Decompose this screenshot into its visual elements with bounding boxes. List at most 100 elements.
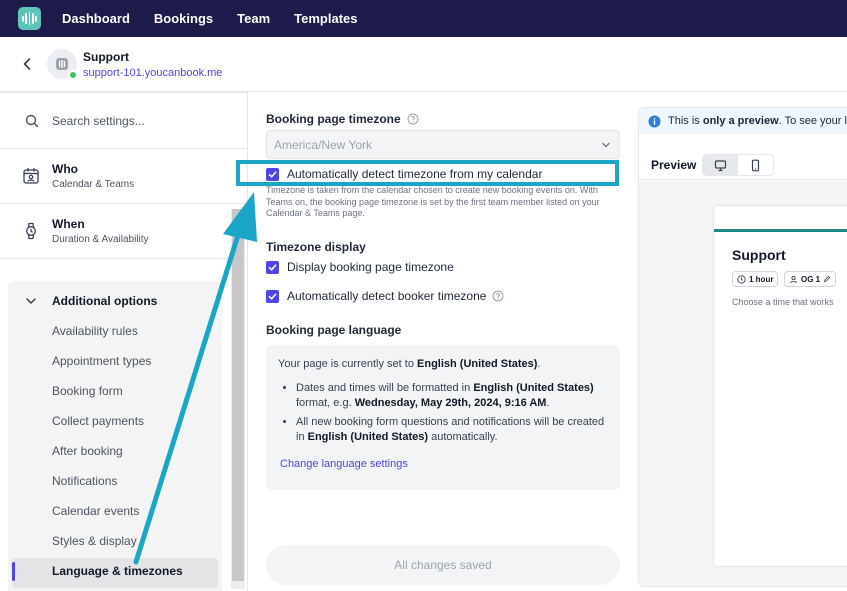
preview-card-title: Support	[732, 247, 786, 263]
host-text: OG 1	[801, 274, 821, 284]
duration-pill: 1 hour	[732, 271, 779, 287]
preview-label: Preview	[651, 157, 697, 172]
timezone-display-heading: Timezone display	[266, 240, 366, 254]
list-item: All new booking form questions and notif…	[296, 415, 608, 445]
sidebar-item-who[interactable]: Who Calendar & Teams	[0, 149, 247, 204]
desktop-view-button[interactable]	[703, 154, 739, 175]
page-logo-icon	[56, 58, 68, 70]
text: Dates and times will be formatted in	[296, 382, 474, 394]
top-navigation: Dashboard Bookings Team Templates	[0, 0, 847, 37]
chevron-down-icon	[601, 140, 611, 150]
sidebar-item-after-booking[interactable]: After booking	[52, 444, 123, 458]
help-icon[interactable]	[492, 290, 504, 302]
pencil-icon	[824, 275, 831, 283]
preview-pane: This is only a preview. To see your live…	[638, 107, 847, 587]
language-info-box: Your page is currently set to English (U…	[266, 345, 620, 490]
sidebar-item-title: Who	[52, 162, 78, 176]
desktop-icon	[715, 160, 727, 172]
sidebar-item-appointment-types[interactable]: Appointment types	[52, 354, 151, 368]
nav-dashboard[interactable]: Dashboard	[62, 11, 130, 26]
duration-text: 1 hour	[749, 274, 774, 284]
preview-card-subtitle: Choose a time that works	[732, 297, 834, 307]
sidebar-item-notifications[interactable]: Notifications	[52, 474, 117, 488]
mobile-view-button[interactable]	[738, 155, 773, 175]
text: only a preview	[702, 115, 779, 127]
online-status-dot	[68, 70, 78, 80]
search-input[interactable]	[52, 113, 232, 128]
checkbox-label: Automatically detect booker timezone	[287, 289, 487, 303]
nav-bookings[interactable]: Bookings	[154, 11, 213, 26]
language-heading: Booking page language	[266, 323, 402, 337]
preview-header: Preview	[639, 150, 847, 180]
timezone-heading-text: Booking page timezone	[266, 112, 401, 126]
watch-icon	[22, 222, 40, 240]
chevron-down-icon	[24, 294, 38, 308]
info-icon	[648, 115, 661, 128]
sidebar-item-calendar-events[interactable]: Calendar events	[52, 504, 139, 518]
annotation-highlight-box	[236, 160, 619, 186]
text: Your page is currently set to	[278, 358, 418, 370]
language-bullets: Dates and times will be formatted in Eng…	[278, 381, 608, 445]
timezone-select-value: America/New York	[274, 137, 373, 152]
text: automatically.	[428, 431, 498, 443]
timezone-heading: Booking page timezone	[266, 112, 419, 126]
search-bar	[0, 93, 247, 149]
language-intro: Your page is currently set to English (U…	[278, 357, 608, 372]
display-timezone-checkbox[interactable]: Display booking page timezone	[266, 260, 454, 274]
sidebar-item-language-timezones[interactable]: Language & timezones	[52, 564, 183, 578]
person-icon	[790, 275, 797, 283]
settings-sidebar: Who Calendar & Teams When Duration & Ava…	[0, 92, 248, 591]
avatar	[47, 49, 78, 80]
text: format, e.g.	[296, 397, 355, 409]
info-text: This is only a preview. To see your live	[668, 115, 847, 127]
booking-page-url-link[interactable]: support-101.youcanbook.me	[83, 67, 222, 79]
text: .	[546, 397, 550, 409]
change-language-link[interactable]: Change language settings	[280, 458, 408, 470]
text: This is	[668, 115, 703, 127]
language-value: English (United States)	[307, 431, 429, 443]
calendar-person-icon	[22, 167, 40, 185]
save-button[interactable]: All changes saved	[266, 545, 620, 585]
additional-options-section: Additional options Availability rules Ap…	[8, 281, 222, 591]
nav-templates[interactable]: Templates	[294, 11, 357, 26]
detect-booker-timezone-checkbox[interactable]: Automatically detect booker timezone	[266, 289, 504, 303]
host-pill: OG 1	[784, 271, 837, 287]
preview-booking-card: Support 1 hour OG 1 Choose a time that w…	[713, 205, 847, 567]
timezone-select[interactable]: America/New York	[266, 130, 620, 159]
timezone-hint-text: Timezone is taken from the calendar chos…	[266, 185, 600, 218]
active-indicator	[12, 562, 15, 581]
language-value: English (United States)	[473, 382, 594, 394]
page-title: Support	[83, 50, 129, 64]
list-item: Dates and times will be formatted in Eng…	[296, 381, 608, 411]
help-icon[interactable]	[407, 113, 419, 125]
sidebar-item-title: When	[52, 217, 85, 231]
checkbox-checked-icon[interactable]	[266, 260, 279, 274]
page-header: Support support-101.youcanbook.me	[0, 37, 847, 92]
brand-logo-icon[interactable]	[18, 7, 41, 30]
nav-team[interactable]: Team	[237, 11, 270, 26]
back-button[interactable]	[18, 53, 36, 75]
text: .	[537, 358, 541, 370]
preview-info-banner: This is only a preview. To see your live	[639, 108, 847, 134]
sidebar-item-collect-payments[interactable]: Collect payments	[52, 414, 144, 428]
checkbox-checked-icon[interactable]	[266, 289, 279, 303]
additional-options-label: Additional options	[52, 294, 158, 308]
sidebar-scrollbar-thumb[interactable]	[232, 209, 244, 581]
sidebar-item-booking-form[interactable]: Booking form	[52, 384, 123, 398]
checkbox-label: Display booking page timezone	[287, 260, 454, 274]
card-accent-line	[714, 229, 847, 232]
additional-options-toggle[interactable]: Additional options	[8, 281, 222, 321]
sidebar-item-styles-display[interactable]: Styles & display	[52, 534, 137, 548]
text: . To see your live	[778, 115, 847, 127]
clock-icon	[737, 274, 746, 284]
language-value: English (United States)	[417, 358, 538, 370]
sidebar-item-subtitle: Duration & Availability	[52, 234, 149, 245]
sidebar-item-availability-rules[interactable]: Availability rules	[52, 324, 138, 338]
search-icon	[24, 113, 40, 129]
sidebar-item-subtitle: Calendar & Teams	[52, 179, 135, 190]
device-toggle	[702, 153, 775, 176]
chevron-left-icon	[23, 58, 31, 70]
sidebar-item-when[interactable]: When Duration & Availability	[0, 204, 247, 259]
mobile-icon	[752, 159, 760, 172]
date-example: Wednesday, May 29th, 2024, 9:16 AM	[354, 397, 547, 409]
